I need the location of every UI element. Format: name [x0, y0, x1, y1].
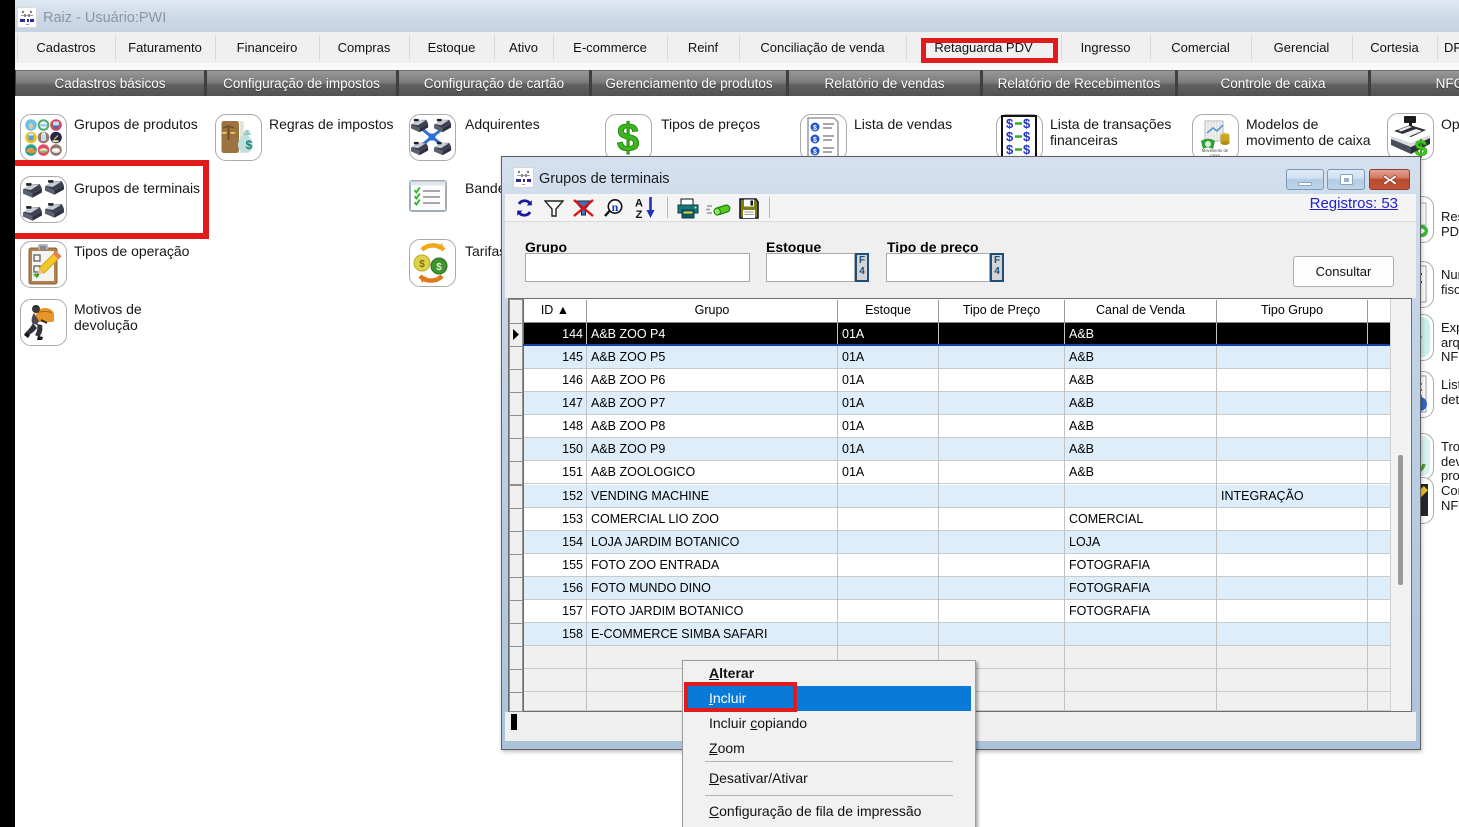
svg-text:$: $ — [246, 138, 253, 152]
svg-text:$: $ — [617, 116, 639, 159]
svg-text:$: $ — [813, 137, 817, 144]
svg-text:A: A — [635, 198, 643, 210]
svg-text:$: $ — [813, 125, 817, 132]
svg-text:n: n — [612, 200, 619, 214]
svg-text:$: $ — [419, 259, 425, 270]
svg-text:Z: Z — [636, 209, 643, 219]
svg-text:$: $ — [1006, 142, 1014, 157]
svg-text:$: $ — [813, 149, 817, 156]
svg-text:$: $ — [1023, 142, 1031, 157]
svg-text:$: $ — [436, 262, 442, 273]
